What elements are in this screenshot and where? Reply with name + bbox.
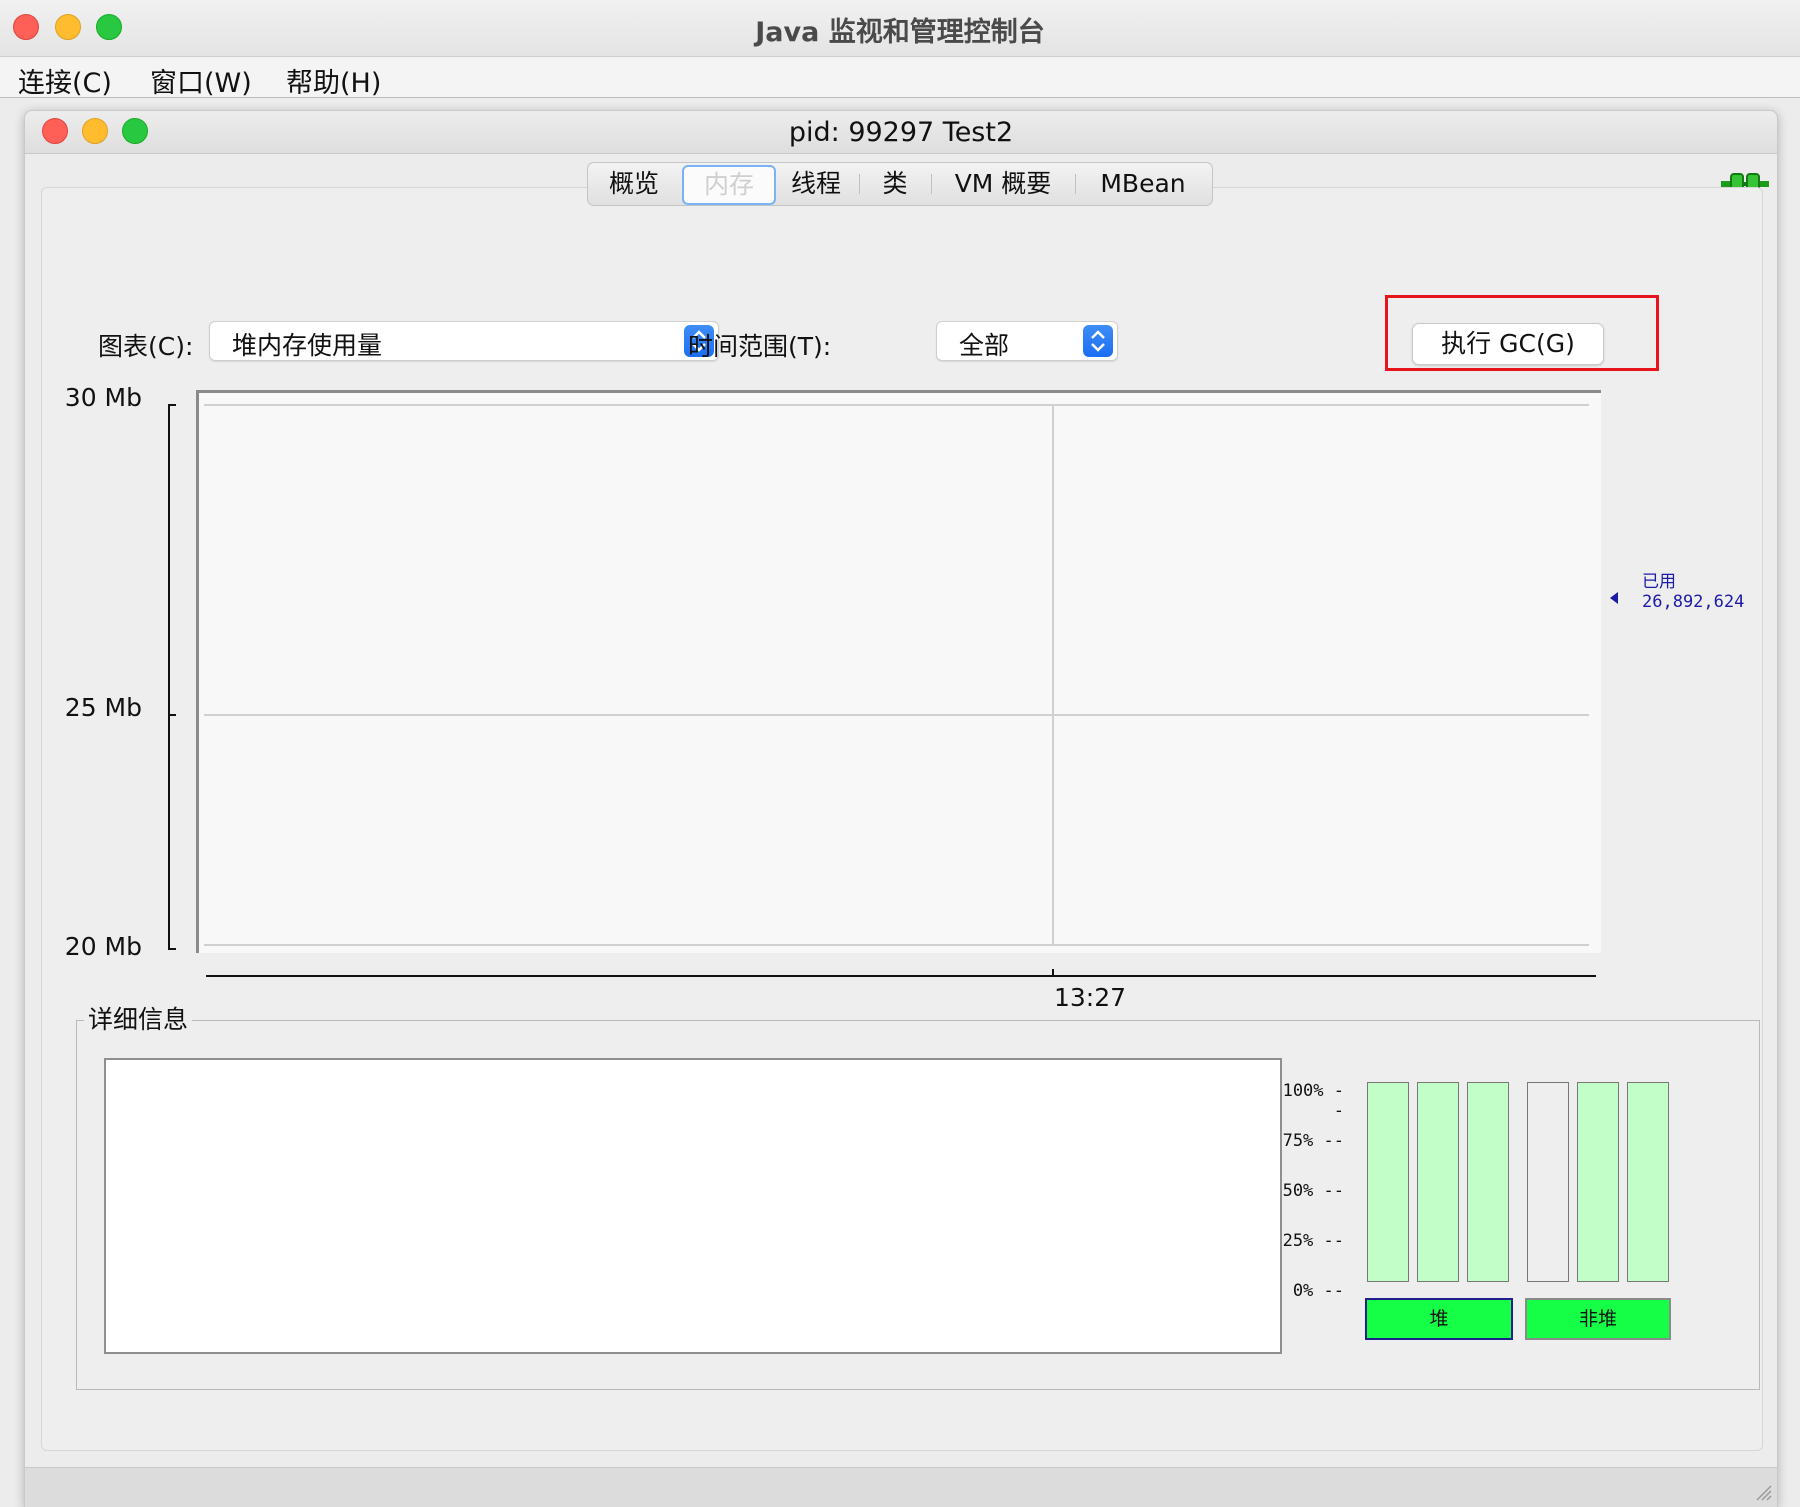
menu-window[interactable]: 窗口(W) (150, 61, 252, 100)
chevron-updown-icon (1083, 325, 1113, 357)
x-axis (206, 975, 1596, 977)
grid-line (204, 944, 1589, 946)
used-marker-icon (1610, 592, 1618, 604)
y-tick-label: 20 Mb (64, 932, 142, 961)
nonheap-pool-bar[interactable] (1627, 1082, 1669, 1282)
highlight-box (1385, 295, 1659, 371)
nonheap-pool-fill (1628, 1083, 1668, 1281)
connection-window: pid: 99297 Test2 图表(C): 堆内存使用量 时间范围(T): … (24, 110, 1778, 1507)
app-title: Java 监视和管理控制台 (755, 17, 1045, 48)
used-legend: 已用 26,892,624 (1642, 572, 1744, 612)
heap-pool-button[interactable]: 堆 (1365, 1298, 1513, 1340)
heap-pool-fill (1468, 1083, 1508, 1281)
tab-memory[interactable]: 内存 (682, 165, 776, 205)
time-range-label: 时间范围(T): (688, 332, 832, 361)
grid-line (204, 404, 1589, 406)
nonheap-pool-button[interactable]: 非堆 (1525, 1298, 1671, 1340)
details-text-area[interactable] (104, 1058, 1282, 1354)
y-tick (168, 948, 176, 950)
heap-pool-fill (1418, 1083, 1458, 1281)
tab-threads[interactable]: 线程 (774, 163, 858, 205)
y-axis (168, 404, 170, 949)
nonheap-pool-bar[interactable] (1577, 1082, 1619, 1282)
menu-bar: 连接(C) 窗口(W) 帮助(H) (0, 57, 1800, 100)
menu-help[interactable]: 帮助(H) (286, 61, 381, 100)
heap-pool-fill (1368, 1083, 1408, 1281)
memory-panel: 图表(C): 堆内存使用量 时间范围(T): 全部 执行 GC(G) 30 Mb… (41, 187, 1763, 1451)
outer-titlebar: Java 监视和管理控制台 (0, 0, 1800, 57)
heap-pool-bar[interactable] (1467, 1082, 1509, 1282)
y-tick-label: 30 Mb (64, 383, 142, 412)
time-range-select[interactable]: 全部 (936, 321, 1118, 361)
grid-line (1052, 404, 1054, 946)
nonheap-pool-bar[interactable] (1527, 1082, 1569, 1282)
chart-select[interactable]: 堆内存使用量 (209, 321, 719, 361)
x-tick-label: 13:27 (1054, 983, 1127, 1012)
details-legend: 详细信息 (84, 1000, 193, 1036)
tab-overview[interactable]: 概览 (588, 163, 680, 205)
menu-connection[interactable]: 连接(C) (18, 61, 112, 100)
resize-grip-icon[interactable] (1753, 1482, 1773, 1502)
chart-select-value: 堆内存使用量 (232, 331, 383, 360)
y-tick-label: 25 Mb (64, 693, 142, 722)
chart-label: 图表(C): (98, 332, 194, 361)
y-tick (168, 404, 176, 406)
tab-vm-summary[interactable]: VM 概要 (932, 163, 1074, 205)
time-range-select-value: 全部 (959, 331, 1010, 360)
status-strip (25, 1467, 1777, 1507)
tab-classes[interactable]: 类 (860, 163, 930, 205)
heap-pool-bar[interactable] (1367, 1082, 1409, 1282)
pct-tick-label: 75% -- (1282, 1131, 1344, 1151)
tab-bar: 概览 内存 线程 类 VM 概要 MBean (587, 162, 1213, 206)
pct-tick-label: 0% -- (1292, 1281, 1344, 1301)
y-tick (168, 714, 176, 716)
nonheap-pool-fill (1578, 1083, 1618, 1281)
connection-title: pid: 99297 Test2 (788, 117, 1014, 148)
heap-pool-bar[interactable] (1417, 1082, 1459, 1282)
grid-line (204, 714, 1589, 716)
used-label: 已用 (1642, 572, 1676, 592)
pct-tick-label: 25% -- (1282, 1231, 1344, 1251)
x-tick (1052, 969, 1054, 977)
connection-titlebar: pid: 99297 Test2 (25, 111, 1777, 154)
pct-tick-label: 100% -- (1282, 1081, 1344, 1121)
used-value: 26,892,624 (1642, 592, 1745, 612)
tab-mbean[interactable]: MBean (1076, 163, 1210, 205)
pct-tick-label: 50% -- (1282, 1181, 1344, 1201)
memory-chart-plot[interactable] (196, 390, 1601, 953)
